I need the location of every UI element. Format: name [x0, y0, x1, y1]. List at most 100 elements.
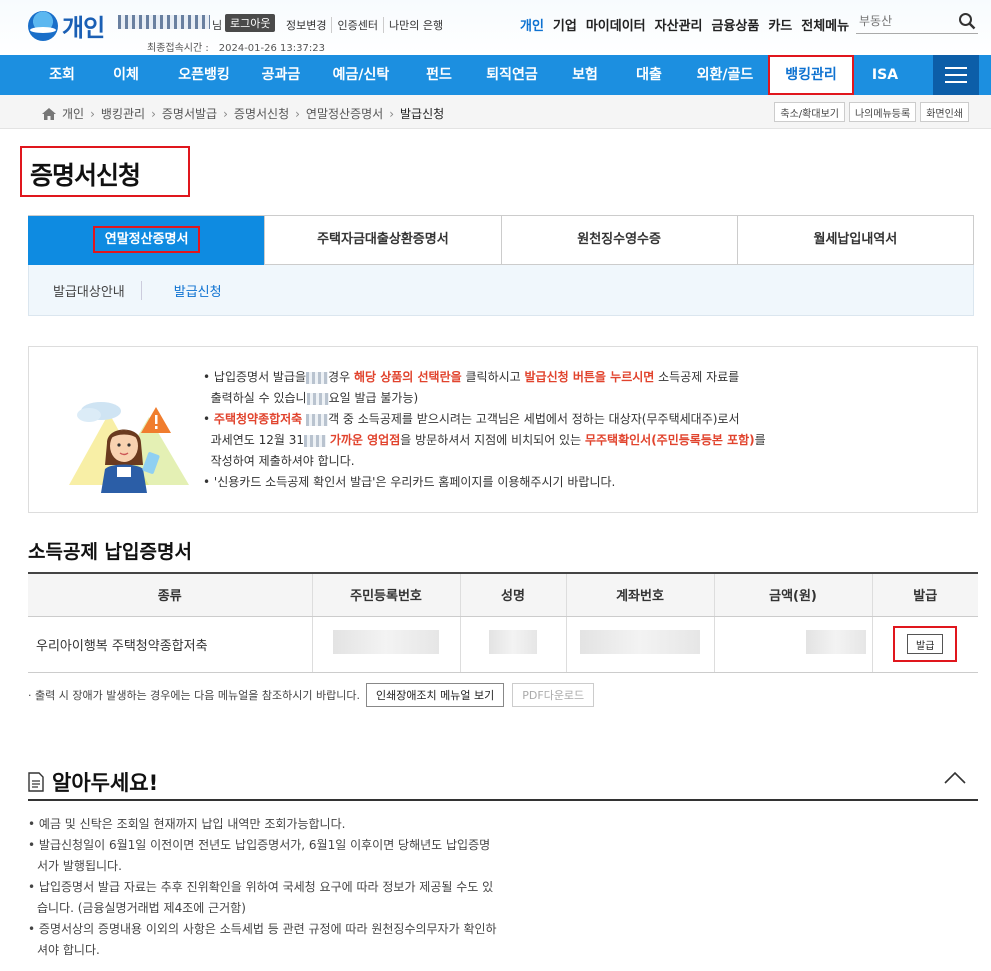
col-account-no: 계좌번호	[565, 572, 714, 617]
col-amount: 금액(원)	[713, 572, 872, 617]
list-item: • 증명서상의 증명내용 이외의 사항은 소득세법 등 관련 규정에 따라 원천…	[28, 922, 497, 957]
know-list: • 예금 및 신탁은 조회일 현재까지 납입 내역만 조회가능합니다. • 발급…	[28, 814, 498, 961]
nav-transfer[interactable]: 이체	[92, 55, 160, 95]
util-link-cert-center[interactable]: 인증센터	[331, 17, 382, 33]
gnb-personal[interactable]: 개인	[520, 15, 544, 34]
cert-tabs: 연말정산증명서 주택자금대출상환증명서 원천징수영수증 월세납입내역서	[28, 215, 974, 265]
util-link-profile[interactable]: 정보변경	[286, 17, 331, 33]
tab-withholding-receipt[interactable]: 원천징수영수증	[500, 216, 737, 265]
list-item: • 예금 및 신탁은 조회일 현재까지 납입 내역만 조회가능합니다.	[28, 817, 346, 831]
account-no-masked	[565, 616, 714, 673]
crumb-personal[interactable]: 개인	[62, 105, 84, 122]
col-issue: 발급	[871, 572, 978, 617]
table-row: 우리아이행복 주택청약종합저축 발급	[28, 616, 978, 673]
know-section-header[interactable]: 알아두세요!	[28, 765, 978, 801]
section-title: 소득공제 납입증명서	[28, 541, 192, 563]
last-login-label: 최종접속시간 :	[147, 43, 209, 54]
name-masked	[459, 616, 566, 673]
gnb-asset[interactable]: 자산관리	[655, 15, 703, 34]
chevron-up-icon[interactable]	[944, 771, 966, 785]
crumb-cert-apply[interactable]: 증명서신청	[234, 105, 289, 122]
breadcrumb-bar: 개인 › 뱅킹관리 › 증명서발급 › 증명서신청 › 연말정산증명서 › 발급신청 축소…	[0, 95, 991, 129]
crumb-cert-issue[interactable]: 증명서발급	[162, 105, 217, 122]
tab-rent-statement[interactable]: 월세납입내역서	[736, 216, 973, 265]
resident-no-masked	[311, 616, 460, 673]
pdf-download-button[interactable]: PDF다운로드	[512, 683, 595, 707]
user-name-masked	[118, 15, 210, 29]
tab-yearend-cert[interactable]: 연말정산증명서	[28, 216, 265, 265]
nav-insurance[interactable]: 보험	[554, 55, 616, 95]
know-title: 알아두세요!	[52, 771, 159, 795]
issue-button[interactable]: 발급	[907, 634, 944, 654]
search-box	[856, 10, 978, 34]
print-manual-button[interactable]: 인쇄장애조치 메뉴얼 보기	[365, 683, 505, 707]
subtab-apply[interactable]: 발급신청	[140, 280, 238, 300]
crumb-current: 발급신청	[400, 107, 445, 121]
masked-text	[306, 392, 329, 405]
global-nav: 개인 기업 마이데이터 자산관리 금융상품 카드 전체메뉴	[520, 15, 858, 34]
notice-line-1: • 납입증명서 발급을 경우 해당 상품의 선택란을 클릭하시고 발급신청 버튼을…	[203, 370, 740, 384]
notice-text: • 납입증명서 발급을 경우 해당 상품의 선택란을 클릭하시고 발급신청 버튼을…	[203, 367, 883, 493]
search-input[interactable]	[856, 10, 952, 32]
nav-utility-bills[interactable]: 공과금	[248, 55, 314, 95]
list-item: • 납입증명서 발급 자료는 추후 진위확인을 위하여 국세청 요구에 따라 정…	[28, 880, 494, 915]
logout-button[interactable]: 로그아웃	[225, 14, 276, 32]
honorific: 님	[212, 19, 223, 32]
nav-retirement[interactable]: 퇴직연금	[470, 55, 554, 95]
document-icon	[28, 772, 44, 792]
footnote-text: · 출력 시 장애가 발생하는 경우에는 다음 메뉴얼을 참조하시기 바랍니다.	[28, 689, 360, 702]
util-links: 정보변경 인증센터 나만의 은행	[286, 17, 448, 33]
crumb-yearend-cert[interactable]: 연말정산증명서	[306, 105, 383, 122]
notice-box: • 납입증명서 발급을 경우 해당 상품의 선택란을 클릭하시고 발급신청 버튼을…	[28, 346, 978, 513]
nav-open-banking[interactable]: 오픈뱅킹	[160, 55, 248, 95]
gnb-business[interactable]: 기업	[553, 15, 577, 34]
add-my-menu-button[interactable]: 나의메뉴등록	[848, 102, 917, 122]
menu-icon[interactable]	[933, 55, 979, 95]
main-nav: 조회 이체 오픈뱅킹 공과금 예금/신탁 펀드 퇴직연금 보험 대출 외환/골드…	[0, 55, 991, 95]
nav-deposit-trust[interactable]: 예금/신탁	[314, 55, 408, 95]
gnb-mydata[interactable]: 마이데이터	[586, 15, 646, 34]
subtab-target-guide[interactable]: 발급대상안내	[29, 281, 141, 300]
crumb-banking-mgmt[interactable]: 뱅킹관리	[101, 105, 145, 122]
col-resident-no: 주민등록번호	[311, 572, 460, 617]
gnb-all-menu[interactable]: 전체메뉴	[801, 15, 849, 34]
tab-label: 연말정산증명서	[92, 226, 201, 253]
product-name: 우리아이행복 주택청약종합저축	[28, 616, 312, 673]
notice-line-3: • 주택청약종합저축 객 중 소득공제를 받으시려는 고객님은 세법에서 정하는…	[203, 412, 740, 426]
certificate-table: 종류 주민등록번호 성명 계좌번호 금액(원) 발급 우리아이행복 주택청약종합…	[28, 572, 978, 673]
nav-loan[interactable]: 대출	[616, 55, 682, 95]
util-link-my-bank[interactable]: 나만의 은행	[382, 17, 448, 33]
gnb-card[interactable]: 카드	[768, 15, 792, 34]
print-footnote: · 출력 시 장애가 발생하는 경우에는 다음 메뉴얼을 참조하시기 바랍니다.…	[28, 683, 595, 707]
notice-line-2: 출력하실 수 있습니 요일 발급 불가능)	[210, 391, 419, 405]
notice-line-4: 과세연도 12월 31 가까운 영업점을 방문하셔서 지점에 비치되어 있는 무…	[210, 433, 766, 447]
nav-inquiry[interactable]: 조회	[32, 55, 92, 95]
logo[interactable]: 개인	[28, 8, 105, 43]
woori-logo-icon	[28, 10, 58, 41]
nav-isa[interactable]: ISA	[854, 55, 916, 95]
table-header-row: 종류 주민등록번호 성명 계좌번호 금액(원) 발급	[28, 572, 978, 617]
nav-fx-gold[interactable]: 외환/골드	[682, 55, 768, 95]
tab-housing-loan-cert[interactable]: 주택자금대출상환증명서	[264, 216, 501, 265]
home-icon[interactable]	[42, 107, 56, 120]
gnb-products[interactable]: 금융상품	[712, 15, 760, 34]
zoom-button[interactable]: 축소/확대보기	[774, 102, 845, 122]
top-header: 개인 님 로그아웃 정보변경 인증센터 나만의 은행 최종접속시간 : 2024-…	[0, 0, 991, 55]
search-icon[interactable]	[958, 12, 976, 30]
logo-text: 개인	[62, 14, 105, 42]
breadcrumb-tools: 축소/확대보기 나의메뉴등록 화면인쇄	[774, 102, 969, 122]
print-screen-button[interactable]: 화면인쇄	[920, 102, 969, 122]
col-type: 종류	[28, 572, 312, 617]
list-item: • 발급신청일이 6월1일 이전이면 전년도 납입증명서가, 6월1일 이후이면…	[28, 838, 491, 873]
issue-cell: 발급	[871, 616, 978, 673]
page-title: 증명서신청	[20, 146, 190, 197]
masked-text	[304, 434, 327, 447]
masked-text	[306, 371, 329, 384]
nav-banking-mgmt[interactable]: 뱅킹관리	[768, 55, 854, 95]
amount-masked	[713, 616, 872, 673]
masked-text	[306, 413, 329, 426]
customer-service-illustration-icon	[69, 402, 189, 493]
notice-line-6: • '신용카드 소득공제 확인서 발급'은 우리카드 홈페이지를 이용해주시기 …	[203, 475, 616, 489]
nav-fund[interactable]: 펀드	[408, 55, 470, 95]
breadcrumb: 개인 › 뱅킹관리 › 증명서발급 › 증명서신청 › 연말정산증명서 › 발급신청	[42, 105, 444, 122]
